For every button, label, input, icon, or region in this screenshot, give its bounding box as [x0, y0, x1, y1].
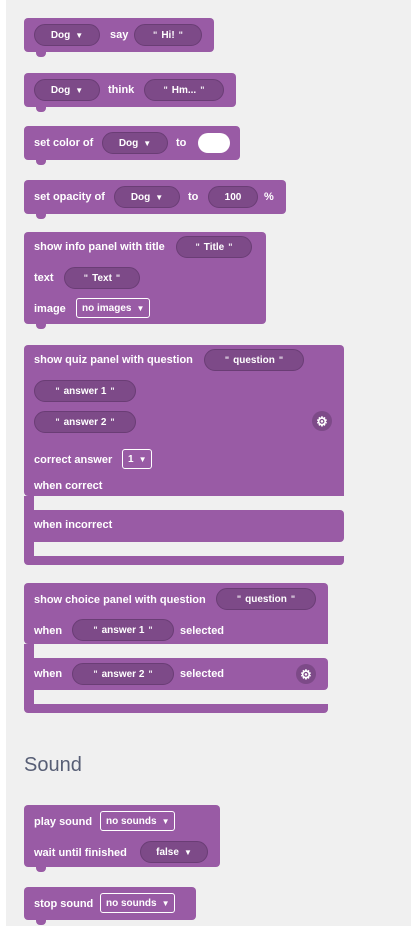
gear-icon[interactable]: ⚙: [312, 411, 332, 431]
choice-answer-2-arm: when " answer 2 " selected ⚙: [24, 658, 328, 690]
quiz-spine: [24, 496, 34, 556]
choice-when-label: when: [34, 625, 63, 637]
choice-selected-label: selected: [180, 668, 225, 680]
chevron-down-icon: ▼: [143, 138, 152, 148]
image-dropdown[interactable]: no images ▼: [76, 298, 151, 318]
info-title-label: show info panel with title: [34, 241, 165, 253]
chevron-down-icon: ▼: [161, 816, 170, 826]
choice-question-input[interactable]: " question ": [216, 588, 316, 610]
info-text-input[interactable]: " Text ": [64, 267, 140, 289]
chevron-down-icon: ▼: [155, 192, 164, 202]
chevron-down-icon: ▼: [75, 30, 84, 40]
chevron-down-icon: ▼: [136, 303, 145, 313]
play-sound-block[interactable]: play sound no sounds ▼ wait until finishe…: [24, 805, 220, 872]
say-block[interactable]: Dog ▼ say " Hi! ": [24, 18, 214, 57]
sound-dropdown[interactable]: no sounds ▼: [100, 811, 176, 831]
sound-category-heading: Sound: [24, 754, 82, 776]
choice-question-label: show choice panel with question: [34, 594, 206, 606]
when-correct-label: when correct: [34, 480, 103, 492]
when-correct-slot[interactable]: [34, 496, 344, 510]
when-incorrect-slot[interactable]: [34, 542, 344, 556]
choice-selected-label: selected: [180, 625, 225, 637]
choice-panel-bottom: [24, 704, 328, 713]
choice-panel-block[interactable]: show choice panel with question " questio…: [24, 583, 328, 644]
think-label: think: [108, 84, 135, 96]
quiz-panel-block[interactable]: show quiz panel with question " question "…: [24, 345, 344, 496]
correct-answer-label: correct answer: [34, 454, 113, 466]
think-text-input[interactable]: " Hm... ": [144, 79, 224, 101]
stop-sound-label: stop sound: [34, 898, 94, 910]
sprite-dropdown[interactable]: Dog ▼: [102, 132, 168, 154]
chevron-down-icon: ▼: [183, 847, 192, 857]
choice-spine: [24, 644, 34, 704]
chevron-down-icon: ▼: [138, 454, 147, 464]
info-title-input[interactable]: " Title ": [176, 236, 252, 258]
choice-answer-1-slot[interactable]: [34, 644, 328, 658]
quiz-question-label: show quiz panel with question: [34, 354, 193, 366]
sprite-dropdown[interactable]: Dog ▼: [114, 186, 180, 208]
choice-when-label: when: [34, 668, 63, 680]
set-opacity-label: set opacity of: [34, 191, 105, 203]
choice-answer-2-input[interactable]: " answer 2 ": [72, 663, 174, 685]
wait-dropdown[interactable]: false ▼: [140, 841, 208, 863]
sound-dropdown[interactable]: no sounds ▼: [100, 893, 176, 913]
when-incorrect-label: when incorrect: [34, 519, 113, 531]
correct-answer-dropdown[interactable]: 1 ▼: [122, 449, 153, 469]
gear-icon[interactable]: ⚙: [296, 664, 316, 684]
info-panel-block[interactable]: show info panel with title " Title " text …: [24, 232, 266, 329]
think-block[interactable]: Dog ▼ think " Hm... ": [24, 73, 236, 112]
play-sound-label: play sound: [34, 816, 93, 828]
sprite-dropdown[interactable]: Dog ▼: [34, 79, 100, 101]
sprite-dropdown[interactable]: Dog ▼: [34, 24, 100, 46]
say-label: say: [110, 29, 129, 41]
to-label: to: [188, 191, 199, 203]
info-text-label: text: [34, 272, 54, 284]
info-image-label: image: [34, 303, 66, 315]
set-color-block[interactable]: set color of Dog ▼ to: [24, 126, 240, 165]
choice-answer-1-input[interactable]: " answer 1 ": [72, 619, 174, 641]
to-label: to: [176, 137, 187, 149]
chevron-down-icon: ▼: [161, 898, 170, 908]
stop-sound-block[interactable]: stop sound no sounds ▼: [24, 887, 196, 925]
choice-answer-2-slot[interactable]: [34, 690, 328, 704]
quiz-answer-2-input[interactable]: " answer 2 ": [34, 411, 136, 433]
quiz-answer-1-input[interactable]: " answer 1 ": [34, 380, 136, 402]
when-incorrect-arm: when incorrect: [24, 510, 344, 542]
wait-until-finished-label: wait until finished: [34, 847, 127, 859]
color-swatch[interactable]: [198, 133, 230, 153]
set-color-label: set color of: [34, 137, 94, 149]
opacity-value-input[interactable]: 100: [208, 186, 258, 208]
say-text-input[interactable]: " Hi! ": [134, 24, 202, 46]
set-opacity-block[interactable]: set opacity of Dog ▼ to 100 %: [24, 180, 286, 219]
chevron-down-icon: ▼: [75, 85, 84, 95]
percent-label: %: [264, 191, 274, 203]
quiz-panel-bottom: [24, 556, 344, 565]
quiz-question-input[interactable]: " question ": [204, 349, 304, 371]
